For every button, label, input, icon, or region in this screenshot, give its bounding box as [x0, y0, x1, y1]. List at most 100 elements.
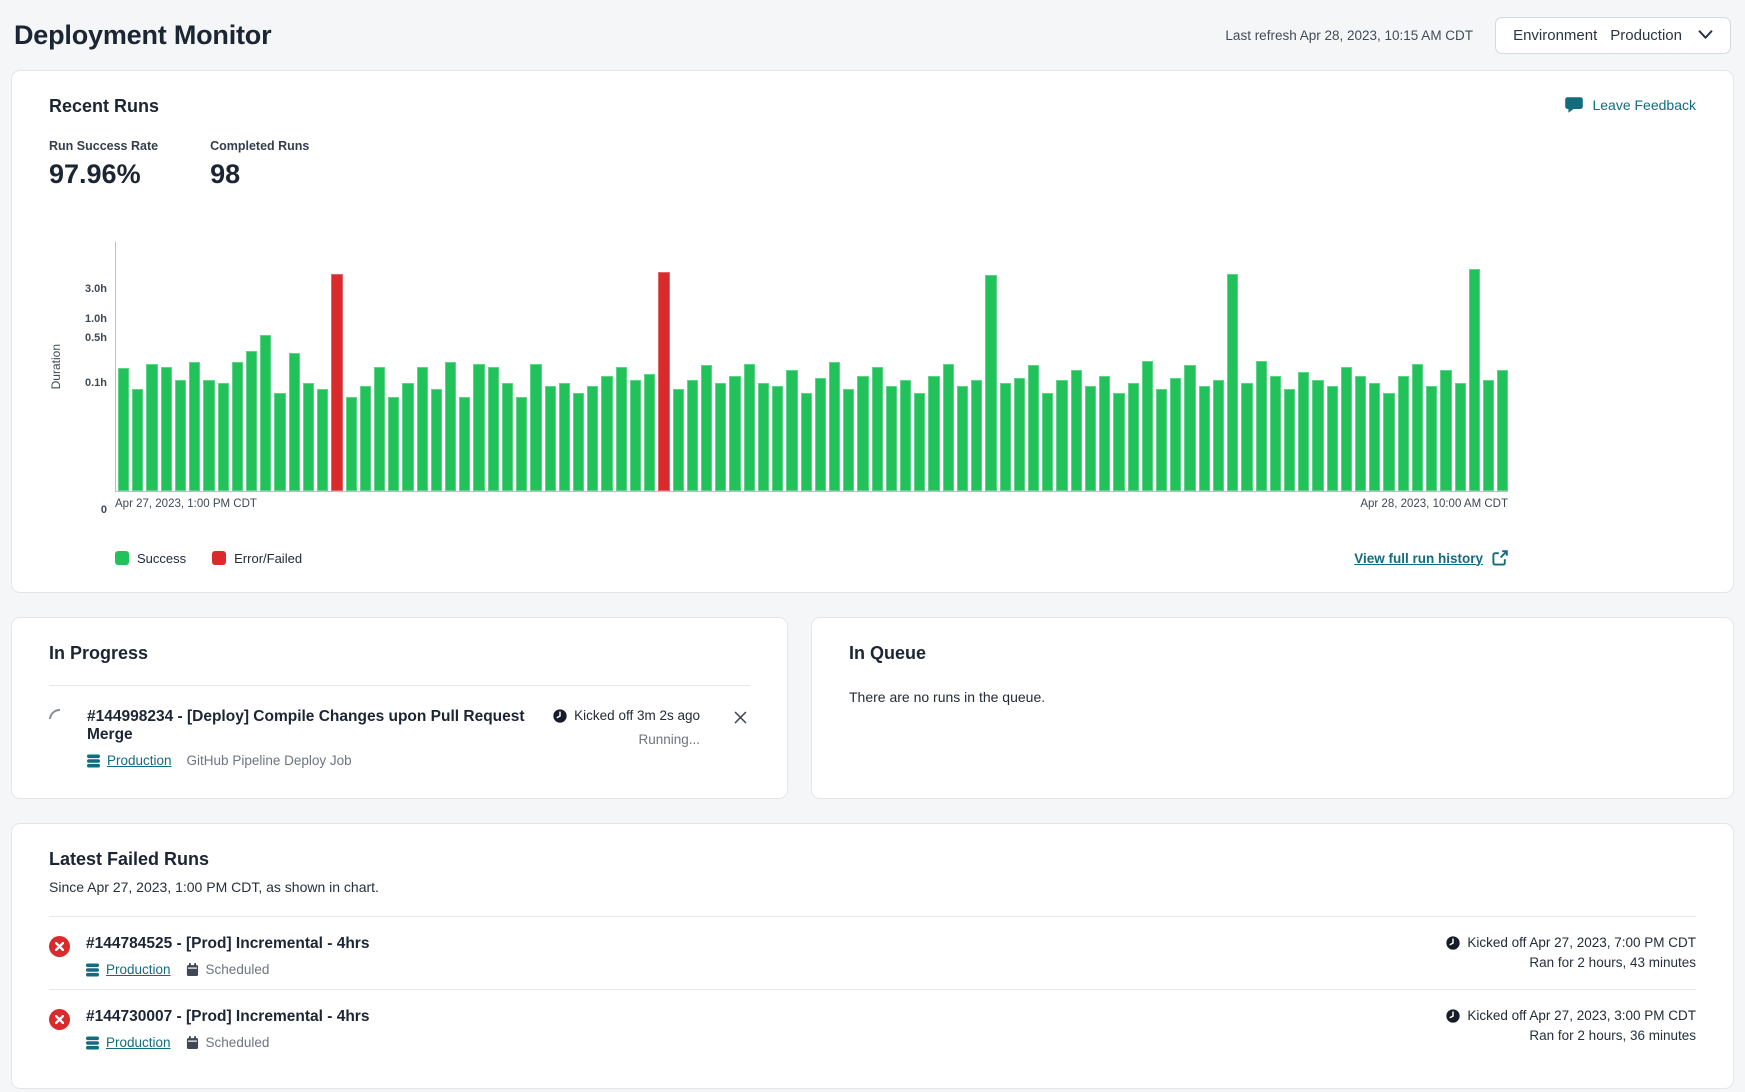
chart-bar-success[interactable]: [1412, 364, 1423, 491]
chart-bar-success[interactable]: [374, 367, 385, 491]
chart-bar-success[interactable]: [559, 383, 570, 491]
chart-bar-success[interactable]: [1071, 370, 1082, 491]
environment-link[interactable]: Production: [87, 753, 172, 768]
chart-bar-success[interactable]: [1085, 386, 1096, 491]
chart-bar-success[interactable]: [587, 386, 598, 491]
chart-bar-success[interactable]: [1128, 383, 1139, 491]
chart-bar-success[interactable]: [744, 364, 755, 491]
chart-bar-success[interactable]: [1398, 376, 1409, 491]
chart-bar-success[interactable]: [772, 386, 783, 491]
chart-bar-success[interactable]: [132, 389, 143, 491]
chart-bar-success[interactable]: [1327, 386, 1338, 491]
chart-bar-success[interactable]: [317, 389, 328, 491]
chart-bar-success[interactable]: [473, 364, 484, 491]
chart-bar-failed[interactable]: [658, 272, 669, 491]
chart-bar-success[interactable]: [488, 367, 499, 491]
chart-bar-success[interactable]: [857, 376, 868, 491]
chart-bar-success[interactable]: [1440, 370, 1451, 491]
chart-bar-success[interactable]: [431, 389, 442, 491]
chart-bar-success[interactable]: [630, 380, 641, 491]
chart-bar-success[interactable]: [1483, 380, 1494, 491]
chart-bar-success[interactable]: [573, 393, 584, 491]
chart-bar-success[interactable]: [829, 362, 840, 491]
chart-bar-success[interactable]: [701, 365, 712, 491]
chart-bar-success[interactable]: [616, 367, 627, 491]
chart-bar-success[interactable]: [729, 376, 740, 491]
chart-bar-success[interactable]: [758, 383, 769, 491]
chart-bar-success[interactable]: [1099, 376, 1110, 491]
chart-bar-success[interactable]: [957, 386, 968, 491]
chart-bar-failed[interactable]: [331, 274, 342, 491]
chart-bar-success[interactable]: [1142, 361, 1153, 491]
chart-bar-success[interactable]: [1256, 361, 1267, 491]
chart-bar-success[interactable]: [1383, 393, 1394, 491]
chart-bar-success[interactable]: [1227, 274, 1238, 491]
chart-bar-success[interactable]: [687, 380, 698, 491]
chart-bar-success[interactable]: [786, 370, 797, 491]
chart-bar-success[interactable]: [886, 386, 897, 491]
environment-link[interactable]: Production: [86, 1035, 171, 1050]
chart-bar-success[interactable]: [274, 393, 285, 491]
chart-bar-success[interactable]: [530, 364, 541, 491]
chart-bar-success[interactable]: [417, 367, 428, 491]
chart-bar-success[interactable]: [1170, 378, 1181, 491]
dismiss-run-button[interactable]: [731, 708, 750, 730]
chart-bar-success[interactable]: [872, 367, 883, 491]
chart-bar-success[interactable]: [1369, 383, 1380, 491]
chart-bar-success[interactable]: [1426, 386, 1437, 491]
chart-bar-success[interactable]: [1042, 393, 1053, 491]
chart-bar-success[interactable]: [1270, 376, 1281, 491]
chart-bar-success[interactable]: [1355, 376, 1366, 491]
chart-bar-success[interactable]: [914, 393, 925, 491]
chart-bar-success[interactable]: [673, 389, 684, 491]
chart-bar-success[interactable]: [1213, 380, 1224, 491]
chart-bar-success[interactable]: [971, 380, 982, 491]
chart-bar-success[interactable]: [360, 386, 371, 491]
chart-bar-success[interactable]: [1341, 367, 1352, 491]
chart-bar-success[interactable]: [943, 364, 954, 491]
environment-dropdown[interactable]: Environment Production: [1495, 17, 1731, 54]
chart-bar-success[interactable]: [815, 378, 826, 491]
chart-bar-success[interactable]: [1241, 383, 1252, 491]
chart-bar-success[interactable]: [189, 362, 200, 491]
chart-bar-success[interactable]: [303, 383, 314, 491]
chart-bar-success[interactable]: [1184, 365, 1195, 491]
chart-bar-success[interactable]: [1312, 380, 1323, 491]
chart-bar-success[interactable]: [1298, 372, 1309, 491]
chart-bar-success[interactable]: [1028, 365, 1039, 491]
chart-bar-success[interactable]: [402, 383, 413, 491]
chart-bar-success[interactable]: [1284, 389, 1295, 491]
chart-bar-success[interactable]: [985, 275, 996, 491]
chart-bar-success[interactable]: [203, 380, 214, 491]
chart-bar-success[interactable]: [1497, 370, 1508, 491]
chart-bar-success[interactable]: [289, 353, 300, 491]
chart-bar-success[interactable]: [502, 383, 513, 491]
chart-bar-success[interactable]: [928, 376, 939, 491]
chart-bar-success[interactable]: [545, 386, 556, 491]
chart-bar-success[interactable]: [118, 368, 129, 491]
chart-bar-success[interactable]: [644, 374, 655, 491]
chart-bar-success[interactable]: [232, 362, 243, 491]
chart-bar-success[interactable]: [1113, 393, 1124, 491]
chart-bar-success[interactable]: [1056, 380, 1067, 491]
chart-bar-success[interactable]: [900, 380, 911, 491]
leave-feedback-link[interactable]: Leave Feedback: [1565, 96, 1696, 114]
chart-bar-success[interactable]: [801, 393, 812, 491]
chart-bar-success[interactable]: [1156, 389, 1167, 491]
chart-bar-success[interactable]: [601, 376, 612, 491]
chart-bar-success[interactable]: [843, 389, 854, 491]
chart-bar-success[interactable]: [445, 362, 456, 491]
chart-bar-success[interactable]: [175, 380, 186, 491]
chart-bar-success[interactable]: [1199, 386, 1210, 491]
chart-bar-success[interactable]: [246, 351, 257, 491]
chart-bar-success[interactable]: [1000, 383, 1011, 491]
view-full-run-history-link[interactable]: View full run history: [1354, 550, 1508, 566]
chart-bar-success[interactable]: [1455, 383, 1466, 491]
chart-bar-success[interactable]: [346, 397, 357, 491]
chart-bar-success[interactable]: [260, 335, 271, 491]
chart-bar-success[interactable]: [388, 397, 399, 491]
chart-bar-success[interactable]: [1014, 378, 1025, 491]
chart-bar-success[interactable]: [516, 397, 527, 491]
chart-bar-success[interactable]: [146, 364, 157, 491]
chart-bar-success[interactable]: [715, 383, 726, 491]
